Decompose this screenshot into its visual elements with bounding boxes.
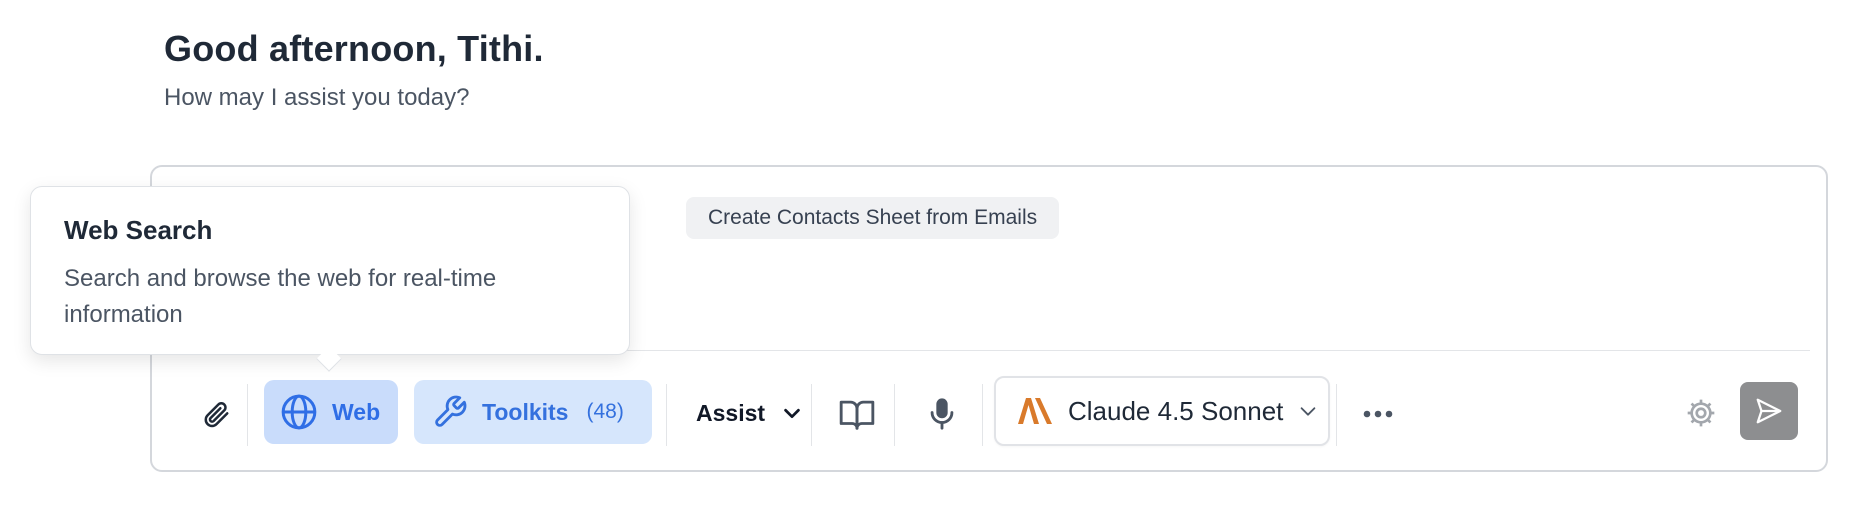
send-icon (1756, 398, 1782, 424)
suggestion-chip[interactable]: Create Contacts Sheet from Emails (686, 197, 1060, 239)
globe-icon (281, 394, 317, 430)
toolbar-separator (894, 384, 895, 446)
greeting-subtitle: How may I assist you today? (164, 84, 470, 111)
microphone-icon (930, 398, 954, 430)
chevron-down-icon (784, 408, 800, 419)
composer-toolbar: Web Toolkits (48) Assist Claude 4.5 Sonn… (152, 376, 1826, 446)
greeting-title: Good afternoon, Tithi. (164, 28, 544, 69)
settings-button[interactable] (1678, 390, 1724, 436)
model-selector[interactable]: Claude 4.5 Sonnet (994, 376, 1330, 446)
more-options-button[interactable] (1350, 388, 1406, 440)
suggestion-chip-label: Create Contacts Sheet from Emails (708, 206, 1038, 229)
toolkits-button[interactable]: Toolkits (48) (414, 380, 652, 444)
toolbar-separator (247, 384, 248, 446)
library-button[interactable] (827, 388, 887, 440)
ellipsis-icon (1363, 410, 1393, 418)
web-search-toggle[interactable]: Web (264, 380, 398, 444)
attach-button[interactable] (192, 390, 240, 438)
toolbar-separator (811, 384, 812, 446)
voice-input-button[interactable] (912, 388, 972, 440)
web-label: Web (332, 398, 381, 425)
toolbar-separator (666, 384, 667, 446)
anthropic-logo-icon (1018, 398, 1052, 424)
tooltip-description: Search and browse the web for real-time … (64, 265, 497, 328)
toolbar-separator (1336, 384, 1337, 446)
book-icon (839, 400, 875, 430)
toolkits-count: (48) (586, 400, 624, 423)
paperclip-icon (204, 402, 229, 428)
toolbar-separator (982, 384, 983, 446)
wrench-icon (435, 395, 467, 427)
gear-icon (1687, 399, 1715, 427)
page: Good afternoon, Tithi. How may I assist … (0, 0, 1864, 508)
tooltip-title: Web Search (64, 215, 213, 245)
assist-label: Assist (696, 399, 766, 426)
web-search-tooltip: Web Search Search and browse the web for… (30, 186, 630, 355)
model-label: Claude 4.5 Sonnet (1068, 395, 1284, 426)
toolkits-label: Toolkits (482, 398, 569, 425)
assist-mode-dropdown[interactable]: Assist (682, 384, 808, 442)
send-button[interactable] (1740, 382, 1798, 440)
chevron-down-icon (1301, 407, 1316, 416)
